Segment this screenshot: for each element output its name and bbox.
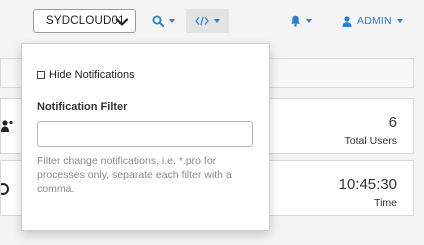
users-icon bbox=[1, 120, 13, 132]
caret-down-icon bbox=[169, 19, 175, 23]
notification-settings-dropdown: Hide Notifications Notification Filter F… bbox=[21, 43, 270, 231]
notification-filter-title: Notification Filter bbox=[37, 101, 128, 113]
time-value: 10:45:30 bbox=[338, 176, 397, 193]
bell-icon bbox=[291, 15, 300, 27]
caret-down-icon bbox=[306, 19, 312, 23]
server-select[interactable]: SYDCLOUD01 bbox=[33, 9, 136, 33]
time-label: Time bbox=[374, 197, 397, 209]
notification-filter-input[interactable] bbox=[37, 121, 253, 147]
total-users-label: Total Users bbox=[344, 135, 397, 147]
caret-down-icon bbox=[214, 19, 220, 23]
caret-down-icon bbox=[396, 19, 403, 23]
hide-notifications-checkbox[interactable] bbox=[37, 71, 45, 79]
search-icon bbox=[152, 15, 164, 27]
chevron-down-icon bbox=[115, 18, 129, 26]
notifications-menu-button[interactable] bbox=[290, 9, 312, 33]
code-icon bbox=[195, 16, 209, 26]
user-menu-button[interactable]: ADMIN bbox=[342, 9, 403, 33]
hide-notifications-option[interactable]: Hide Notifications bbox=[37, 69, 135, 81]
notification-filter-help: Filter change notifications, i.e. *.pro … bbox=[37, 155, 232, 195]
app-root: SYDCLOUD01 ADMIN 6 Total Users 10:45:30 … bbox=[0, 0, 424, 245]
clock-icon bbox=[1, 183, 9, 195]
total-users-value: 6 bbox=[388, 114, 397, 131]
hide-notifications-label: Hide Notifications bbox=[49, 69, 135, 81]
user-menu-label: ADMIN bbox=[357, 15, 392, 27]
user-icon bbox=[342, 15, 352, 27]
code-menu-button[interactable] bbox=[186, 9, 229, 33]
search-menu-button[interactable] bbox=[152, 9, 175, 33]
server-select-value: SYDCLOUD01 bbox=[46, 15, 125, 27]
top-navbar: SYDCLOUD01 ADMIN bbox=[0, 0, 424, 43]
